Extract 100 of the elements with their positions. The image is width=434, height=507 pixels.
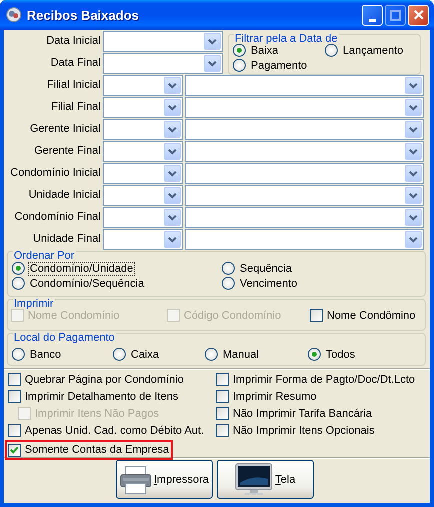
field-label: Condomínio Inicial [10, 166, 102, 181]
dropdown-button[interactable] [164, 99, 181, 116]
dropdown-button[interactable] [164, 187, 181, 204]
dropdown-button[interactable] [405, 165, 422, 182]
dropdown-button[interactable] [164, 231, 181, 248]
chevron-down-icon [409, 148, 418, 154]
radio-button[interactable] [12, 348, 25, 361]
checkbox-label: Nome Condômino [327, 310, 416, 322]
field-label: Gerente Inicial [29, 122, 102, 137]
chevron-down-icon [409, 170, 418, 176]
checkbox-label: Somente Contas da Empresa [25, 444, 170, 456]
close-button[interactable] [408, 4, 429, 26]
printer-icon [120, 466, 152, 494]
combo-box[interactable] [103, 207, 183, 228]
field-label: Data Final [50, 56, 102, 71]
checkbox[interactable] [216, 373, 229, 386]
checkbox[interactable] [216, 424, 229, 437]
radio-label: Banco [29, 348, 62, 362]
dropdown-button[interactable] [164, 77, 181, 94]
radio-button[interactable] [205, 348, 218, 361]
checkbox[interactable] [8, 424, 21, 437]
radio-button[interactable] [222, 277, 235, 290]
chevron-down-icon [409, 236, 418, 242]
chevron-down-icon [168, 170, 177, 176]
radio-button[interactable] [222, 262, 235, 275]
combo-box[interactable] [185, 97, 424, 118]
checkbox-label: Imprimir Itens Não Pagos [35, 408, 160, 420]
field-label: Gerente Final [33, 144, 102, 159]
close-icon [414, 10, 424, 20]
chevron-down-icon [208, 60, 217, 66]
screen-button[interactable]: Tela [217, 460, 314, 499]
radio-button[interactable] [325, 44, 338, 57]
checkbox-label: Não Imprimir Tarifa Bancária [233, 408, 372, 420]
combo-box[interactable] [103, 119, 183, 140]
checkbox-label: Imprimir Resumo [233, 390, 317, 402]
field-label: Condomínio Final [14, 210, 102, 225]
combo-box[interactable] [103, 97, 183, 118]
combo-box[interactable] [103, 229, 183, 250]
chevron-down-icon [208, 38, 217, 44]
combo-box[interactable] [185, 229, 424, 250]
combo-box[interactable] [185, 207, 424, 228]
print-button[interactable]: Impressora [116, 460, 213, 499]
chevron-down-icon [168, 126, 177, 132]
radio-label: Todos [325, 348, 356, 362]
dropdown-button[interactable] [405, 77, 422, 94]
checkbox[interactable] [8, 390, 21, 403]
dropdown-button[interactable] [405, 187, 422, 204]
combo-box[interactable] [103, 185, 183, 206]
dropdown-button[interactable] [405, 143, 422, 160]
radio-label: Vencimento [239, 276, 298, 290]
field-label: Data Inicial [46, 34, 102, 49]
dropdown-button[interactable] [164, 143, 181, 160]
maximize-button[interactable] [385, 4, 406, 26]
dropdown-button[interactable] [204, 55, 221, 72]
dropdown-button[interactable] [405, 209, 422, 226]
field-label: Unidade Final [32, 232, 102, 247]
radio-button[interactable] [12, 277, 25, 290]
app-icon [6, 8, 22, 22]
dropdown-button[interactable] [164, 209, 181, 226]
field-label: Unidade Inicial [28, 188, 102, 203]
chevron-down-icon [409, 214, 418, 220]
checkbox[interactable] [216, 390, 229, 403]
dropdown-button[interactable] [204, 33, 221, 50]
combo-box[interactable] [103, 53, 223, 74]
maximize-icon [390, 10, 401, 20]
checkbox[interactable] [8, 444, 21, 456]
checkbox-label: Apenas Unid. Cad. como Débito Aut. [25, 424, 204, 436]
minimize-button[interactable] [362, 4, 383, 26]
combo-box[interactable] [185, 141, 424, 162]
monitor-icon [236, 464, 273, 495]
radio-button[interactable] [113, 348, 126, 361]
combo-box[interactable] [185, 185, 424, 206]
checkbox-label: Não Imprimir Itens Opcionais [233, 424, 375, 436]
radio-label: Condomínio/Sequência [29, 276, 146, 290]
checkbox-label: Nome Condomínio [28, 310, 120, 322]
group-title: Imprimir [13, 298, 55, 311]
dropdown-button[interactable] [405, 231, 422, 248]
dropdown-button[interactable] [164, 121, 181, 138]
radio-button[interactable] [233, 59, 246, 72]
chevron-down-icon [168, 214, 177, 220]
chevron-down-icon [168, 104, 177, 110]
dropdown-button[interactable] [164, 165, 181, 182]
combo-box[interactable] [103, 75, 183, 96]
dropdown-button[interactable] [405, 99, 422, 116]
chevron-down-icon [409, 192, 418, 198]
checkbox[interactable] [8, 373, 21, 386]
combo-box[interactable] [103, 31, 223, 52]
checkbox[interactable] [216, 407, 229, 420]
radio-button[interactable] [233, 44, 246, 57]
combo-box[interactable] [103, 141, 183, 162]
dropdown-button[interactable] [405, 121, 422, 138]
radio-button[interactable] [12, 262, 25, 275]
combo-box[interactable] [185, 163, 424, 184]
checkbox-label: Imprimir Detalhamento de Itens [25, 390, 178, 402]
radio-button[interactable] [308, 348, 321, 361]
checkbox[interactable] [310, 309, 323, 322]
checkbox-label: Imprimir Forma de Pagto/Doc/Dt.Lcto [233, 374, 416, 386]
checkbox-label: Código Condomínio [184, 310, 282, 322]
combo-box[interactable] [103, 163, 183, 184]
combo-box[interactable] [185, 119, 424, 140]
